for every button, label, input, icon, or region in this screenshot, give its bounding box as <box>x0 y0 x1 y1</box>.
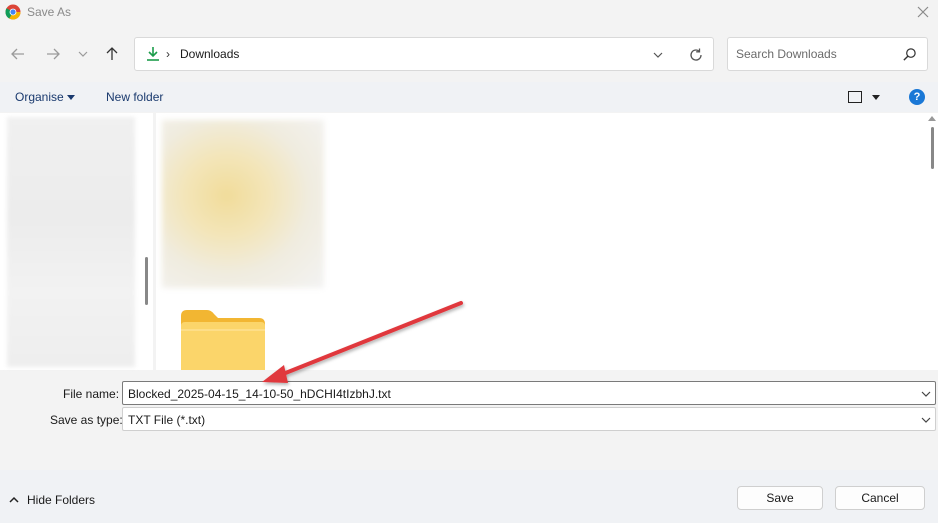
scroll-up-icon[interactable] <box>928 116 936 121</box>
new-folder-button[interactable]: New folder <box>106 90 163 104</box>
file-thumbnail-blurred[interactable] <box>162 120 324 288</box>
organise-caret-icon <box>67 95 75 100</box>
up-arrow-icon <box>106 47 118 60</box>
chevron-up-icon <box>9 496 19 503</box>
hide-folders-label: Hide Folders <box>27 493 96 507</box>
title-bar: Save As <box>0 0 938 26</box>
breadcrumb-downloads[interactable]: Downloads <box>180 47 239 61</box>
view-options-caret-icon[interactable] <box>872 95 880 100</box>
chrome-icon <box>5 4 21 20</box>
folder-icon[interactable] <box>181 308 265 370</box>
download-icon <box>147 47 159 61</box>
cancel-button[interactable]: Cancel <box>835 486 925 510</box>
address-dropdown-icon[interactable] <box>651 48 665 62</box>
file-list-scrollbar[interactable] <box>925 113 938 370</box>
save-as-type-dropdown-icon[interactable] <box>920 414 932 426</box>
forward-arrow-icon <box>47 48 60 60</box>
chevron-down-icon <box>78 51 88 57</box>
back-arrow-icon <box>11 48 24 60</box>
search-input[interactable] <box>736 46 896 62</box>
back-button[interactable] <box>7 43 29 65</box>
close-icon <box>917 6 929 18</box>
help-icon[interactable]: ? <box>909 89 925 105</box>
refresh-icon[interactable] <box>688 47 704 63</box>
save-button[interactable]: Save <box>737 486 823 510</box>
file-list-pane[interactable] <box>156 113 925 370</box>
save-as-type-select[interactable]: TXT File (*.txt) <box>122 407 936 431</box>
address-bar[interactable]: › Downloads <box>134 37 714 71</box>
command-bar: Organise New folder ? <box>0 82 938 112</box>
view-mode-icon[interactable] <box>848 91 862 103</box>
recent-locations-button[interactable] <box>72 43 94 65</box>
search-box[interactable] <box>727 37 928 71</box>
file-list-scroll-thumb[interactable] <box>931 127 934 169</box>
forward-button[interactable] <box>42 43 64 65</box>
save-as-type-label: Save as type: <box>50 413 123 427</box>
hide-folders-toggle[interactable]: Hide Folders <box>9 493 95 507</box>
navigation-pane[interactable] <box>0 113 153 370</box>
file-name-input[interactable] <box>128 386 908 402</box>
up-button[interactable] <box>101 43 123 65</box>
organise-menu[interactable]: Organise <box>15 90 64 104</box>
navigation-tree-blurred <box>7 117 135 367</box>
file-name-field[interactable] <box>122 381 936 405</box>
search-icon[interactable] <box>902 47 917 62</box>
breadcrumb-separator: › <box>166 47 170 61</box>
close-button[interactable] <box>908 0 938 24</box>
save-as-type-value: TXT File (*.txt) <box>128 413 206 427</box>
file-name-dropdown-icon[interactable] <box>920 388 932 400</box>
window-title: Save As <box>27 5 72 19</box>
navigation-scrollbar[interactable] <box>145 257 148 305</box>
file-name-label: File name: <box>63 387 120 401</box>
dialog-footer: Hide Folders Save Cancel <box>0 470 938 523</box>
